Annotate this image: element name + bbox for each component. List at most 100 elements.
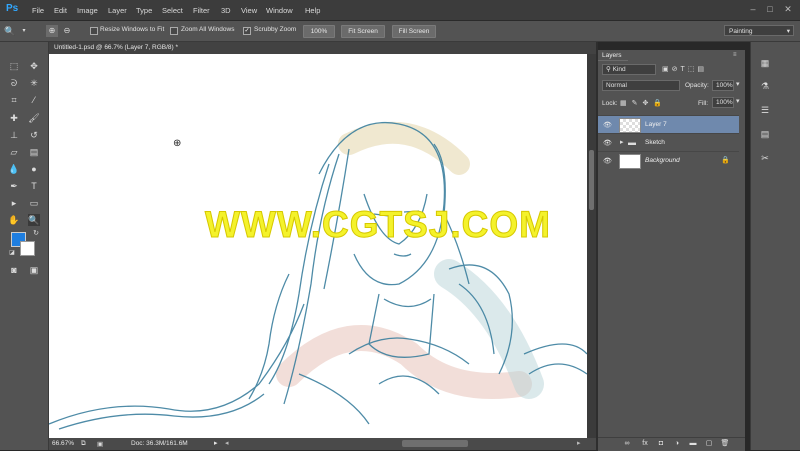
menu-help[interactable]: Help — [305, 6, 320, 15]
visibility-eye-icon[interactable]: 👁 — [603, 157, 612, 165]
zoom-cursor-icon: ⊕ — [173, 138, 182, 149]
move-tool-icon[interactable]: ✥ — [28, 60, 40, 72]
document-tab[interactable]: Untitled-1.psd @ 66.7% (Layer 7, RGB/8) … — [49, 42, 596, 54]
image-icon[interactable]: ▣ — [97, 440, 103, 448]
layer-style-icon[interactable]: fx — [640, 439, 650, 449]
link-layers-icon[interactable]: ∞ — [622, 439, 632, 449]
document-title: Untitled-1.psd @ 66.7% (Layer 7, RGB/8) … — [54, 44, 179, 51]
close-icon[interactable]: ✕ — [783, 4, 793, 14]
fit-screen-button[interactable]: Fit Screen — [341, 25, 385, 38]
layer-row-background[interactable]: 👁 Background 🔒 — [598, 151, 739, 169]
blur-tool-icon[interactable]: 💧 — [8, 163, 20, 175]
opacity-input[interactable]: 100% — [712, 80, 734, 91]
menu-filter[interactable]: Filter — [193, 6, 210, 15]
scroll-right-icon[interactable]: ▸ — [577, 439, 581, 447]
visibility-eye-icon[interactable]: 👁 — [603, 139, 612, 147]
zoom-level[interactable]: 66.67% — [52, 440, 74, 447]
type-tool-icon[interactable]: T — [28, 180, 40, 192]
blend-mode-select[interactable]: Normal — [602, 80, 680, 91]
menu-edit[interactable]: Edit — [54, 6, 67, 15]
share-icon[interactable]: ⧉ — [81, 440, 86, 448]
chevron-down-icon[interactable]: ▾ — [18, 25, 30, 37]
lasso-tool-icon[interactable]: ᘐ — [8, 77, 20, 89]
minimize-icon[interactable]: – — [748, 4, 758, 14]
canvas[interactable]: WWW.CGTSJ.COM ⊕ — [49, 54, 587, 438]
fill-screen-button[interactable]: Fill Screen — [392, 25, 436, 38]
pen-tool-icon[interactable]: ✒ — [8, 180, 20, 192]
zoom-tool-preset-icon[interactable]: 🔍 — [4, 25, 16, 37]
expand-arrow-icon[interactable]: ▸ — [620, 138, 624, 146]
magic-wand-icon[interactable]: ✳ — [28, 77, 40, 89]
fill-input[interactable]: 100% — [712, 97, 734, 108]
menu-window[interactable]: Window — [266, 6, 293, 15]
lock-label: Lock: — [602, 100, 618, 107]
brush-panel-icon[interactable]: ▤ — [759, 128, 771, 140]
clone-stamp-icon[interactable]: ⊥ — [8, 129, 20, 141]
zoom-in-icon[interactable]: ⊕ — [46, 25, 58, 37]
menu-layer[interactable]: Layer — [108, 6, 127, 15]
menu-3d[interactable]: 3D — [221, 6, 231, 15]
new-group-icon[interactable]: ▬ — [688, 439, 698, 449]
resize-windows-checkbox[interactable] — [90, 27, 98, 35]
filter-icons[interactable]: ▣⊘T⬚▤ — [662, 65, 707, 73]
gradient-icon[interactable]: ▤ — [28, 146, 40, 158]
brush-tool-icon[interactable]: 🖌 — [28, 112, 40, 124]
vertical-scrollbar[interactable] — [587, 54, 596, 438]
new-layer-icon[interactable]: ▢ — [704, 439, 714, 449]
workspace-select[interactable]: Painting ▾ — [724, 25, 794, 36]
horizontal-scroll-thumb[interactable] — [402, 440, 468, 447]
lock-icons[interactable]: ▦✎✥🔒 — [620, 99, 667, 107]
eyedropper-icon[interactable]: ⁄ — [28, 94, 40, 106]
zoom-out-icon[interactable]: ⊖ — [61, 25, 73, 37]
menu-type[interactable]: Type — [136, 6, 152, 15]
screen-mode-icon[interactable]: ▣ — [28, 264, 40, 276]
visibility-eye-icon[interactable]: 👁 — [603, 121, 612, 129]
adjustment-layer-icon[interactable]: ◑ — [672, 439, 682, 449]
hand-tool-icon[interactable]: ✋ — [8, 214, 20, 226]
add-mask-icon[interactable]: ◘ — [656, 439, 666, 449]
layer-name: Background — [645, 157, 680, 164]
vertical-scroll-thumb[interactable] — [589, 150, 594, 210]
scroll-left-icon[interactable]: ◂ — [225, 439, 229, 447]
properties-panel-icon[interactable]: ☰ — [759, 104, 771, 116]
default-colors-icon[interactable]: ◪ — [6, 247, 18, 259]
panel-menu-icon[interactable]: ≡ — [733, 52, 737, 58]
chevron-down-icon[interactable]: ▾ — [736, 80, 740, 88]
menu-select[interactable]: Select — [162, 6, 183, 15]
trash-icon[interactable]: 🗑 — [720, 439, 730, 449]
dodge-tool-icon[interactable]: ● — [28, 163, 40, 175]
status-bar: 66.67% ⧉ ▣ Doc: 36.3M/161.6M ▸ ◂ ▸ — [49, 438, 596, 450]
shape-tool-icon[interactable]: ▭ — [28, 197, 40, 209]
path-select-icon[interactable]: ▸ — [8, 197, 20, 209]
status-menu-arrow-icon[interactable]: ▸ — [214, 439, 218, 447]
zoom-tool-icon[interactable]: 🔍 — [28, 214, 40, 226]
scrubby-zoom-label: Scrubby Zoom — [254, 26, 297, 33]
crop-tool-icon[interactable]: ⌗ — [8, 94, 20, 106]
layer-filter-select[interactable]: ⚲ Kind — [602, 64, 656, 75]
background-color-swatch[interactable] — [20, 241, 35, 256]
layer-row-sketch[interactable]: 👁 ▸ ▬ Sketch — [598, 133, 739, 151]
history-panel-icon[interactable]: ✂ — [759, 152, 771, 164]
healing-brush-icon[interactable]: ✚ — [8, 112, 20, 124]
scrubby-zoom-checkbox[interactable]: ✓ — [243, 27, 251, 35]
menu-file[interactable]: File — [32, 6, 44, 15]
watermark-text: WWW.CGTSJ.COM — [205, 204, 551, 246]
zoom-100-button[interactable]: 100% — [303, 25, 335, 38]
menu-image[interactable]: Image — [77, 6, 98, 15]
quick-mask-icon[interactable]: ◙ — [8, 264, 20, 276]
history-brush-icon[interactable]: ↺ — [28, 129, 40, 141]
marquee-tool-icon[interactable]: ⬚ — [8, 60, 20, 72]
zoom-all-checkbox[interactable] — [170, 27, 178, 35]
opacity-label: Opacity: — [685, 82, 709, 89]
adjustments-panel-icon[interactable]: ⚗ — [759, 80, 771, 92]
menu-view[interactable]: View — [241, 6, 257, 15]
layer-row-layer7[interactable]: 👁 Layer 7 — [598, 115, 739, 133]
maximize-icon[interactable]: □ — [765, 4, 775, 14]
color-panel-icon[interactable]: ▦ — [759, 57, 771, 69]
tools-panel: ⬚ ✥ ᘐ ✳ ⌗ ⁄ ✚ 🖌 ⊥ ↺ ▱ ▤ 💧 ● ✒ T ▸ ▭ ✋ 🔍 … — [0, 42, 49, 450]
swap-colors-icon[interactable]: ↻ — [30, 228, 42, 240]
layers-tab[interactable]: Layers — [598, 50, 628, 61]
layer-thumbnail — [619, 154, 641, 169]
chevron-down-icon[interactable]: ▾ — [736, 97, 740, 105]
eraser-icon[interactable]: ▱ — [8, 146, 20, 158]
